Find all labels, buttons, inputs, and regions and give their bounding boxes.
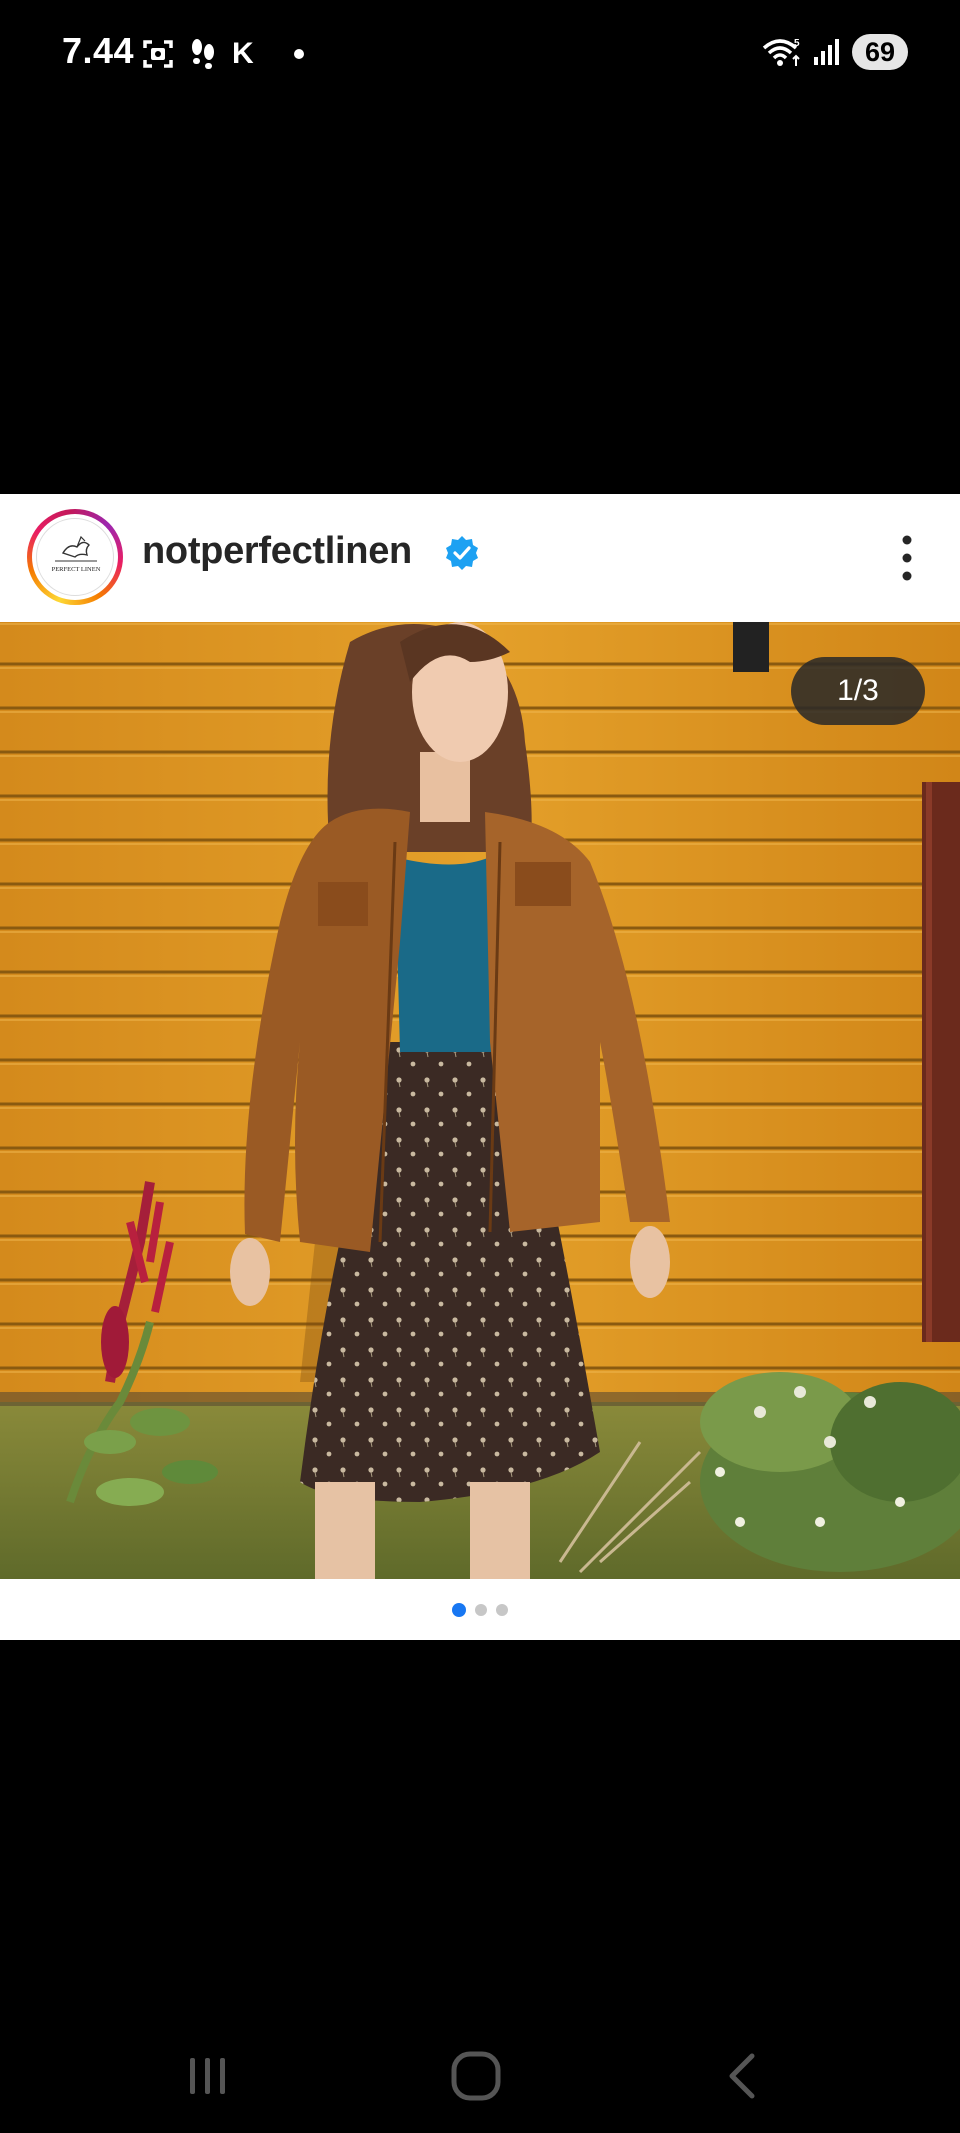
back-icon[interactable] <box>716 2048 772 2104</box>
battery-indicator: 69 <box>852 34 908 70</box>
more-notifications-dot <box>293 49 304 59</box>
carousel-indicator <box>0 1600 960 1620</box>
photo-of-woman-in-brown-linen-jacket-icon <box>0 622 960 1579</box>
avatar-text: PERFECT LINEN <box>52 566 101 573</box>
signal-icon <box>814 39 839 65</box>
carousel-dot-1 <box>452 1603 466 1617</box>
post-card: PERFECT LINEN notperfectlinen 1/3 <box>0 494 960 1640</box>
post-header: PERFECT LINEN notperfectlinen <box>0 494 960 622</box>
recent-apps-icon[interactable] <box>180 2048 236 2104</box>
steps-icon <box>192 39 214 69</box>
screenshot-icon <box>143 40 173 68</box>
status-notification-icons: K <box>142 34 304 74</box>
system-navigation-bar <box>0 2030 960 2120</box>
home-icon[interactable] <box>448 2048 504 2104</box>
status-system-icons: 5 69 <box>762 34 908 70</box>
brand-logo: PERFECT LINEN <box>36 518 114 596</box>
avatar[interactable]: PERFECT LINEN <box>27 509 123 605</box>
more-options-button[interactable] <box>894 528 920 588</box>
carousel-dot-2 <box>475 1604 487 1616</box>
network-label: 5 <box>794 38 800 49</box>
status-time: 7.44 <box>62 30 135 71</box>
photo-counter: 1/3 <box>791 657 925 725</box>
post-photo[interactable]: 1/3 <box>0 622 960 1579</box>
username[interactable]: notperfectlinen <box>142 530 412 573</box>
wifi-icon: 5 <box>762 38 800 66</box>
status-bar: 7.44 K 5 69 <box>0 0 960 110</box>
carousel-dot-3 <box>496 1604 508 1616</box>
verified-badge-icon <box>446 536 478 570</box>
carrier-icon: K <box>232 37 254 70</box>
